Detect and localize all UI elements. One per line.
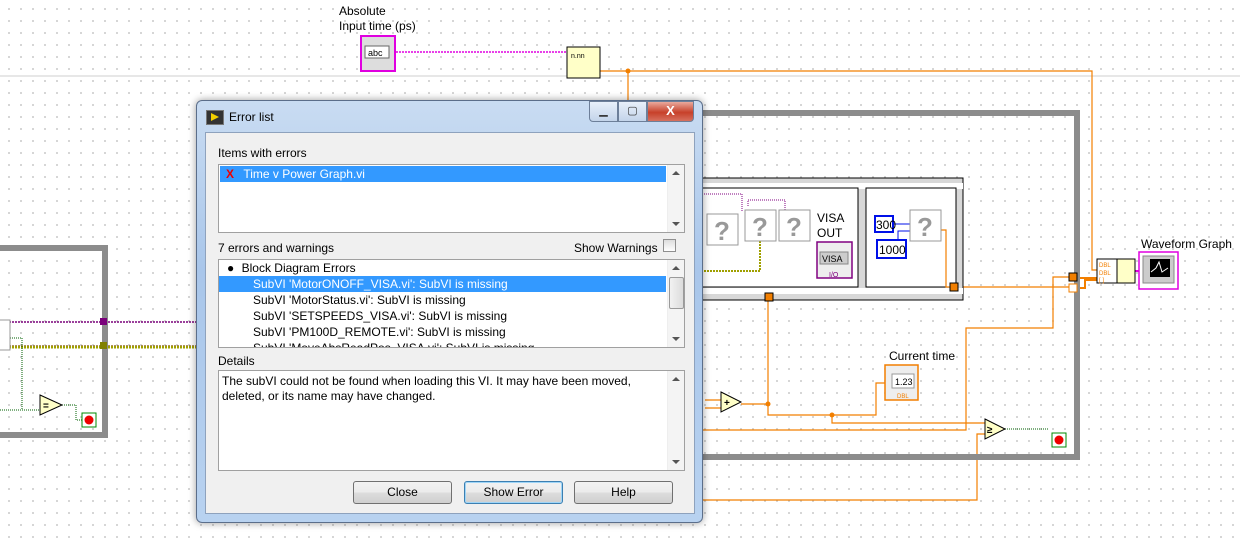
list-item[interactable]: X Time v Power Graph.vi — [220, 166, 666, 182]
error-item[interactable]: SubVI 'SETSPEEDS_VISA.vi': SubVI is miss… — [219, 308, 684, 324]
scroll-up-icon[interactable] — [672, 171, 680, 175]
wire-junction — [765, 401, 771, 407]
svg-text:?: ? — [714, 216, 730, 246]
svg-text:1.23: 1.23 — [895, 377, 913, 387]
svg-text:VISA: VISA — [822, 254, 843, 264]
wire — [705, 399, 721, 409]
absolute-input-label: Input time (ps) — [339, 19, 416, 33]
dialog-title: Error list — [229, 110, 274, 124]
labview-vi-icon — [206, 110, 224, 125]
left-stop-condition-terminal[interactable] — [81, 412, 97, 428]
group-label: Block Diagram Errors — [241, 261, 356, 275]
show-warnings-checkbox[interactable] — [663, 239, 676, 252]
missing-subvi-3[interactable]: ? — [778, 209, 811, 242]
sequence-tunnel — [949, 282, 959, 292]
close-window-button[interactable]: X — [647, 101, 694, 122]
scroll-up-icon[interactable] — [672, 266, 680, 270]
scrollbar[interactable] — [667, 165, 684, 232]
maximize-button[interactable]: ▢ — [618, 101, 647, 122]
missing-subvi-2[interactable]: ? — [744, 209, 777, 242]
show-error-button[interactable]: Show Error — [464, 481, 563, 504]
wire — [700, 433, 985, 501]
current-time-wire — [767, 382, 886, 416]
red-x-icon: X — [226, 167, 235, 181]
svg-text:?: ? — [786, 212, 802, 242]
items-with-errors-list[interactable]: X Time v Power Graph.vi — [218, 164, 685, 233]
scrollbar[interactable] — [667, 371, 684, 470]
absolute-input-label: Absolute — [339, 4, 386, 18]
loop-tunnel — [100, 342, 107, 349]
minimize-button[interactable]: ▁ — [589, 101, 618, 122]
svg-text:DBL: DBL — [897, 394, 909, 400]
error-item[interactable]: SubVI 'MoveAbsReadPos_VISA.vi': SubVI is… — [219, 340, 684, 347]
items-with-errors-label: Items with errors — [218, 146, 307, 160]
details-text-box[interactable]: The subVI could not be found when loadin… — [218, 370, 685, 471]
waveform-graph-label: Waveform Graph — [1141, 237, 1232, 251]
sequence-tunnel — [764, 292, 774, 302]
missing-subvi-left[interactable] — [0, 319, 11, 351]
loop-tunnel — [1068, 272, 1078, 282]
loop-tunnel — [100, 318, 107, 325]
svg-text:abc: abc — [368, 48, 383, 58]
svg-text:DBL: DBL — [1099, 263, 1111, 269]
errors-list[interactable]: ● Block Diagram Errors SubVI 'MotorONOFF… — [218, 259, 685, 348]
error-item[interactable]: SubVI 'MotorONOFF_VISA.vi': SubVI is mis… — [219, 276, 666, 292]
svg-text:1000: 1000 — [879, 243, 906, 257]
constant-1000[interactable]: 1000 — [876, 239, 907, 259]
scroll-thumb[interactable] — [669, 277, 684, 309]
indexing-tunnel — [1068, 283, 1078, 293]
errors-count-label: 7 errors and warnings — [218, 241, 335, 255]
close-button[interactable]: Close — [353, 481, 452, 504]
svg-text:300: 300 — [876, 218, 896, 232]
svg-text:≥: ≥ — [987, 425, 993, 436]
details-label: Details — [218, 354, 255, 368]
stop-condition-terminal[interactable] — [1051, 432, 1067, 448]
scroll-up-icon[interactable] — [672, 377, 680, 381]
wire — [700, 286, 769, 405]
svg-text:=: = — [43, 401, 49, 412]
details-text: The subVI could not be found when loadin… — [222, 374, 631, 403]
dialog-body: Items with errors X Time v Power Graph.v… — [205, 132, 695, 514]
scroll-down-icon[interactable] — [672, 460, 680, 464]
svg-text:DBL: DBL — [1099, 271, 1111, 277]
equals-node[interactable]: = — [39, 394, 64, 416]
visa-out-label: OUT — [817, 226, 843, 240]
title-bar[interactable]: Error list ▁ ▢ X — [197, 101, 702, 131]
help-button[interactable]: Help — [574, 481, 673, 504]
error-item[interactable]: SubVI 'MotorStatus.vi': SubVI is missing — [219, 292, 684, 308]
item-label: Time v Power Graph.vi — [243, 167, 365, 181]
build-array-node[interactable]: DBL DBL [ ] — [1096, 258, 1136, 284]
missing-subvi-1[interactable]: ? — [706, 213, 739, 246]
constant-300[interactable]: 300 — [874, 215, 896, 233]
missing-subvi-4[interactable]: ? — [909, 209, 942, 242]
svg-text:+: + — [724, 398, 730, 409]
greater-or-equal-node[interactable]: ≥ — [984, 418, 1007, 440]
show-warnings-label: Show Warnings — [574, 241, 658, 255]
svg-text:I/O: I/O — [829, 272, 839, 279]
wire-junction — [625, 68, 631, 74]
add-node[interactable]: + — [720, 391, 743, 413]
scan-from-string-node[interactable]: n.nn — [566, 46, 601, 79]
waveform-graph-terminal[interactable] — [1138, 251, 1179, 290]
group-header[interactable]: ● Block Diagram Errors — [219, 260, 684, 276]
svg-text:n.nn: n.nn — [571, 53, 585, 60]
svg-text:?: ? — [917, 212, 933, 242]
scroll-down-icon[interactable] — [672, 337, 680, 341]
current-time-indicator[interactable]: 1.23 DBL — [884, 364, 919, 401]
scrollbar[interactable] — [667, 260, 684, 347]
error-item[interactable]: SubVI 'PM100D_REMOTE.vi': SubVI is missi… — [219, 324, 684, 340]
error-list-dialog: Error list ▁ ▢ X Items with errors X Tim… — [196, 100, 703, 523]
svg-text:[ ]: [ ] — [1099, 278, 1104, 284]
visa-out-control[interactable]: VISA I/O — [816, 241, 853, 279]
current-time-label: Current time — [889, 349, 955, 363]
svg-text:?: ? — [752, 212, 768, 242]
bullet-icon: ● — [227, 261, 235, 275]
absolute-input-time-control[interactable]: abc — [360, 35, 396, 72]
wire — [831, 415, 985, 424]
visa-out-label: VISA — [817, 211, 844, 225]
scroll-down-icon[interactable] — [672, 222, 680, 226]
